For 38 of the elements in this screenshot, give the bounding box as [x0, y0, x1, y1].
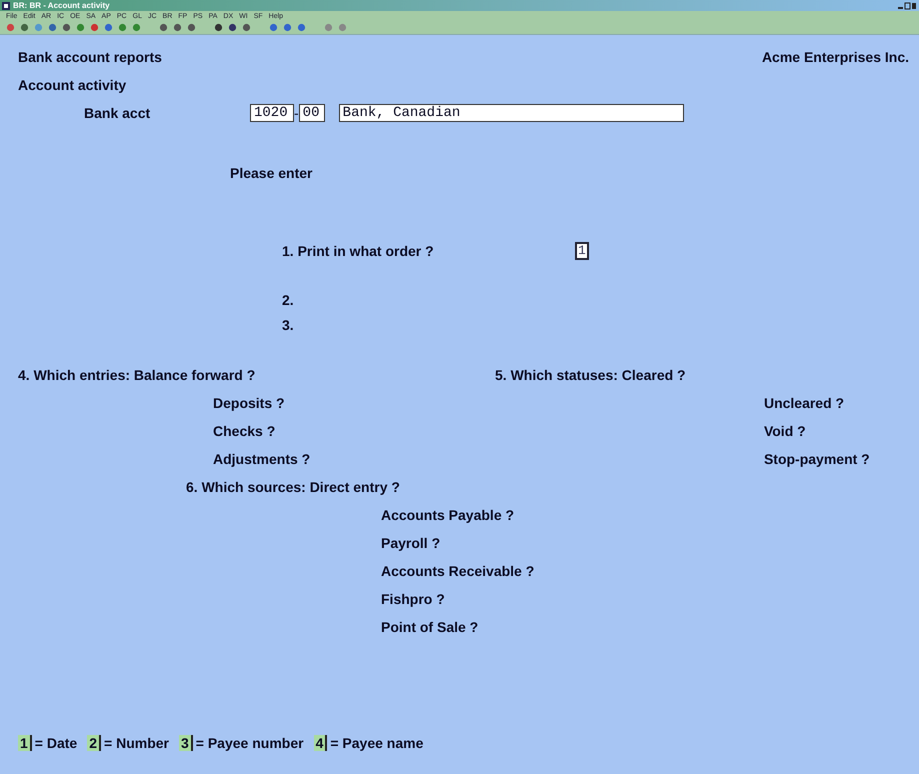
- question-label: Uncleared ?: [764, 395, 844, 411]
- legend-text: = Date: [34, 735, 78, 751]
- legend-text: = Number: [104, 735, 169, 751]
- key-badge: 2: [87, 735, 102, 751]
- question-label: 2.: [282, 292, 294, 308]
- question-label: Deposits ?: [213, 395, 285, 411]
- legend-text: = Payee number: [196, 735, 304, 751]
- question-label: Point of Sale ?: [381, 619, 478, 635]
- key-badge: 4: [314, 735, 328, 751]
- report-title: Bank account reports: [18, 49, 162, 65]
- question-label: 6. Which sources: Direct entry ?: [186, 479, 400, 495]
- app-icon: [2, 2, 10, 10]
- question-label: 5. Which statuses: Cleared ?: [495, 367, 686, 383]
- question-label: Void ?: [764, 423, 806, 439]
- question-label: 1. Print in what order ?: [282, 243, 434, 259]
- window-controls-icon[interactable]: [897, 2, 917, 10]
- prompt-text: Please enter: [230, 165, 312, 181]
- sub-account-field[interactable]: 00: [298, 104, 325, 122]
- report-subtitle: Account activity: [18, 77, 126, 93]
- question-label: Adjustments ?: [213, 451, 310, 467]
- legend-text: = Payee name: [330, 735, 424, 751]
- separator-text: -: [294, 105, 299, 121]
- question-label: Fishpro ?: [381, 591, 445, 607]
- account-field[interactable]: 1020: [250, 104, 294, 122]
- question-label: Accounts Receivable ?: [381, 563, 534, 579]
- window-title: BR: BR - Account activity: [13, 1, 110, 10]
- question-label: Stop-payment ?: [764, 451, 870, 467]
- key-badge: 3: [178, 735, 193, 751]
- key-badge: 1: [18, 735, 32, 751]
- order-field[interactable]: 1: [575, 242, 589, 260]
- account-name-field[interactable]: Bank, Canadian: [338, 104, 684, 122]
- question-label: Payroll ?: [381, 535, 440, 551]
- question-label: Accounts Payable ?: [381, 507, 514, 523]
- field-label: Bank acct: [84, 105, 150, 121]
- company-name: Acme Enterprises Inc.: [762, 49, 909, 65]
- question-label: 3.: [282, 316, 294, 332]
- question-label: Checks ?: [213, 423, 276, 439]
- question-label: 4. Which entries: Balance forward ?: [18, 367, 256, 383]
